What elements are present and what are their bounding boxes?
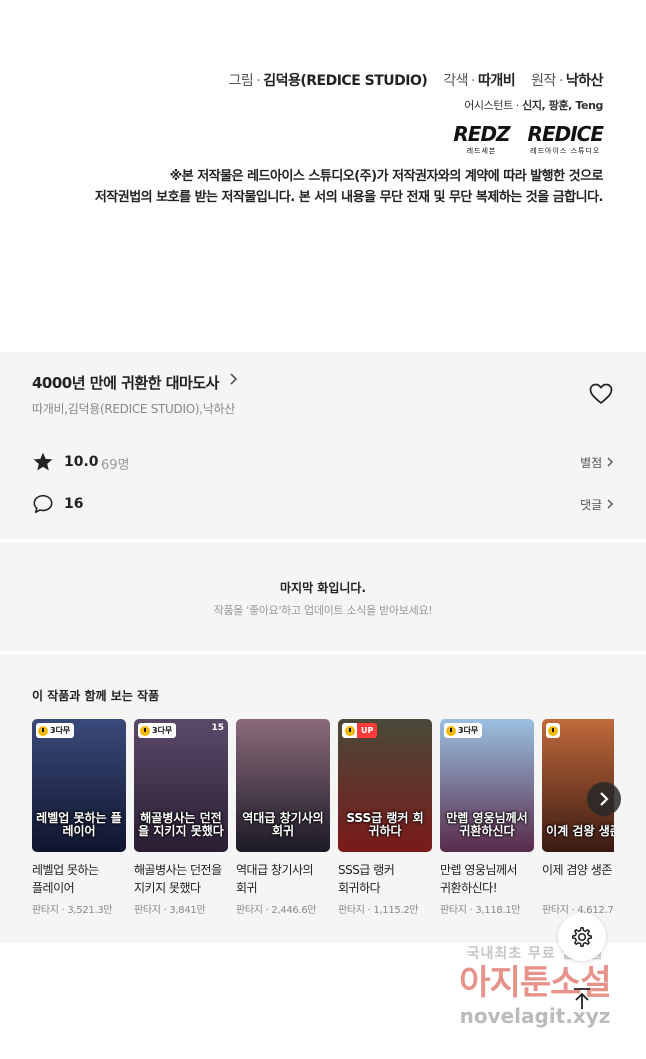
cover-title-art: 만렙 영웅님께서 귀환하신다 <box>446 811 528 838</box>
comment-count: 16 <box>64 496 84 512</box>
rec-title[interactable]: 이제 겸양 생존 <box>542 861 614 879</box>
copyright-notice: ※본 저작물은 레드아이스 스튜디오(주)가 저작권자와의 계약에 따라 발행한… <box>94 166 604 208</box>
rec-cover[interactable]: 3다무 레벨업 못하는 플레이어 <box>32 719 126 852</box>
assistant-line: 어시스턴트 · 신지, 팡훈, Teng <box>464 99 603 112</box>
wait-free-badge <box>546 723 560 738</box>
original-name: 낙하산 <box>565 73 604 89</box>
rec-cover[interactable]: 3다무 만렙 영웅님께서 귀환하신다 <box>440 719 534 852</box>
comment-icon <box>32 493 54 515</box>
art-name: 김덕용(REDICE STUDIO) <box>263 73 428 89</box>
rating-count: 69명 <box>101 458 130 473</box>
rec-title[interactable]: 해골병사는 던전을 지키지 못했다 <box>134 861 228 897</box>
wait-free-badge: 3다무 <box>138 723 177 738</box>
rec-title[interactable]: 역대급 창기사의 회귀 <box>236 861 330 897</box>
copyright-line-1: ※본 저작물은 레드아이스 스튜디오(주)가 저작권자와의 계약에 따라 발행한… <box>169 169 604 184</box>
age-rating: 15 <box>211 723 224 733</box>
clock-icon <box>548 725 558 736</box>
rec-cover[interactable]: 3다무 15 해골병사는 던전을 지키지 못했다 <box>134 719 228 852</box>
cover-title-art: 역대급 창기사의 회귀 <box>242 811 324 838</box>
clock-icon <box>140 725 150 736</box>
clock-icon <box>446 725 456 736</box>
chevron-right-icon <box>607 499 613 509</box>
heart-icon[interactable] <box>589 383 615 407</box>
gear-icon <box>571 926 593 948</box>
art-role: 그림 <box>228 73 254 89</box>
rec-meta: 판타지 · 3,841만 <box>134 905 206 916</box>
credits-section: 그림 · 김덕용(REDICE STUDIO) 각색 · 따개비 원작 · 낙하산 어시스턴트 … <box>0 0 646 352</box>
rec-title[interactable]: 만렙 영웅님께서 귀환하신다! <box>440 861 534 897</box>
star-icon <box>32 451 54 473</box>
publisher-logos: REDZ 레드세븐 REDICE 레드아이스 스튜디오 <box>453 122 604 156</box>
story-role: 각색 <box>443 73 469 89</box>
clock-icon <box>38 725 48 736</box>
last-episode-subtitle: 작품을 '좋아요'하고 업데이트 소식을 받아보세요! <box>213 604 433 617</box>
wait-free-badge: 3다무 <box>36 723 75 738</box>
rec-cover[interactable]: UP SSS급 랭커 회귀하다 <box>338 719 432 852</box>
original-role: 원작 <box>531 73 556 89</box>
rating-value: 10.0 <box>64 454 99 470</box>
assist-names: 신지, 팡훈, Teng <box>522 99 603 112</box>
redice-logo: REDICE 레드아이스 스튜디오 <box>527 122 604 155</box>
rec-title[interactable]: SSS급 랭커 회귀하다 <box>338 861 432 897</box>
copyright-line-2: 저작권법의 보호를 받는 저작물입니다. 본 서의 내용을 무단 전재 및 무단… <box>94 190 604 205</box>
recommendations-title: 이 작품과 함께 보는 작품 <box>32 689 160 703</box>
story-name: 따개비 <box>478 73 516 89</box>
work-title-link[interactable]: 4000년 만에 귀환한 대마도사 <box>32 372 219 393</box>
recommendations-carousel[interactable]: 3다무 레벨업 못하는 플레이어 레벨업 못하는 플레이어 판타지 · 3,52… <box>32 719 614 929</box>
wait-free-badge: 3다무 <box>444 723 483 738</box>
work-authors: 따개비,김덕용(REDICE STUDIO),낙하산 <box>32 402 235 416</box>
last-episode-title: 마지막 화입니다. <box>279 581 367 595</box>
chevron-right-icon <box>607 457 613 467</box>
recommendations-section: 이 작품과 함께 보는 작품 3다무 레벨업 못하는 플레이어 레벨업 못하는 … <box>0 655 646 943</box>
scroll-top-button[interactable] <box>561 978 603 1020</box>
up-badge: UP <box>342 723 378 738</box>
credit-line: 그림 · 김덕용(REDICE STUDIO) 각색 · 따개비 원작 · 낙하산 <box>228 73 604 89</box>
assist-role: 어시스턴트 <box>464 99 513 112</box>
rec-title[interactable]: 레벨업 못하는 플레이어 <box>32 861 126 897</box>
arrow-up-icon <box>574 988 590 1009</box>
chevron-right-icon <box>600 792 609 806</box>
settings-button[interactable] <box>558 913 606 961</box>
red-seven-logo: REDZ 레드세븐 <box>453 122 510 155</box>
cover-title-art: 해골병사는 던전을 지키지 못했다 <box>138 811 224 838</box>
rating-row: 10.0 69명 별점 <box>32 449 614 475</box>
carousel-next-button[interactable] <box>587 782 621 816</box>
rec-meta: 판타지 · 1,115.2만 <box>338 905 419 916</box>
cover-title-art: 레벨업 못하는 플레이어 <box>36 811 122 838</box>
chevron-right-icon[interactable] <box>229 373 238 389</box>
rec-meta: 판타지 · 3,521.3만 <box>32 905 113 916</box>
rec-meta: 판타지 · 2,446.6만 <box>236 905 317 916</box>
rec-meta: 판타지 · 3,118.1만 <box>440 905 521 916</box>
comments-link[interactable]: 댓글 <box>580 496 614 513</box>
cover-title-art: 이계 검왕 생존기 <box>546 824 614 838</box>
clock-icon <box>344 725 355 736</box>
last-episode-notice: 마지막 화입니다. 작품을 '좋아요'하고 업데이트 소식을 받아보세요! <box>0 543 646 651</box>
cover-title-art: SSS급 랭커 회귀하다 <box>346 811 424 838</box>
comment-row: 16 댓글 <box>32 491 614 517</box>
work-info-section: 4000년 만에 귀환한 대마도사 따개비,김덕용(REDICE STUDIO)… <box>0 352 646 539</box>
rating-link[interactable]: 별점 <box>580 454 614 471</box>
rec-cover[interactable]: 역대급 창기사의 회귀 <box>236 719 330 852</box>
